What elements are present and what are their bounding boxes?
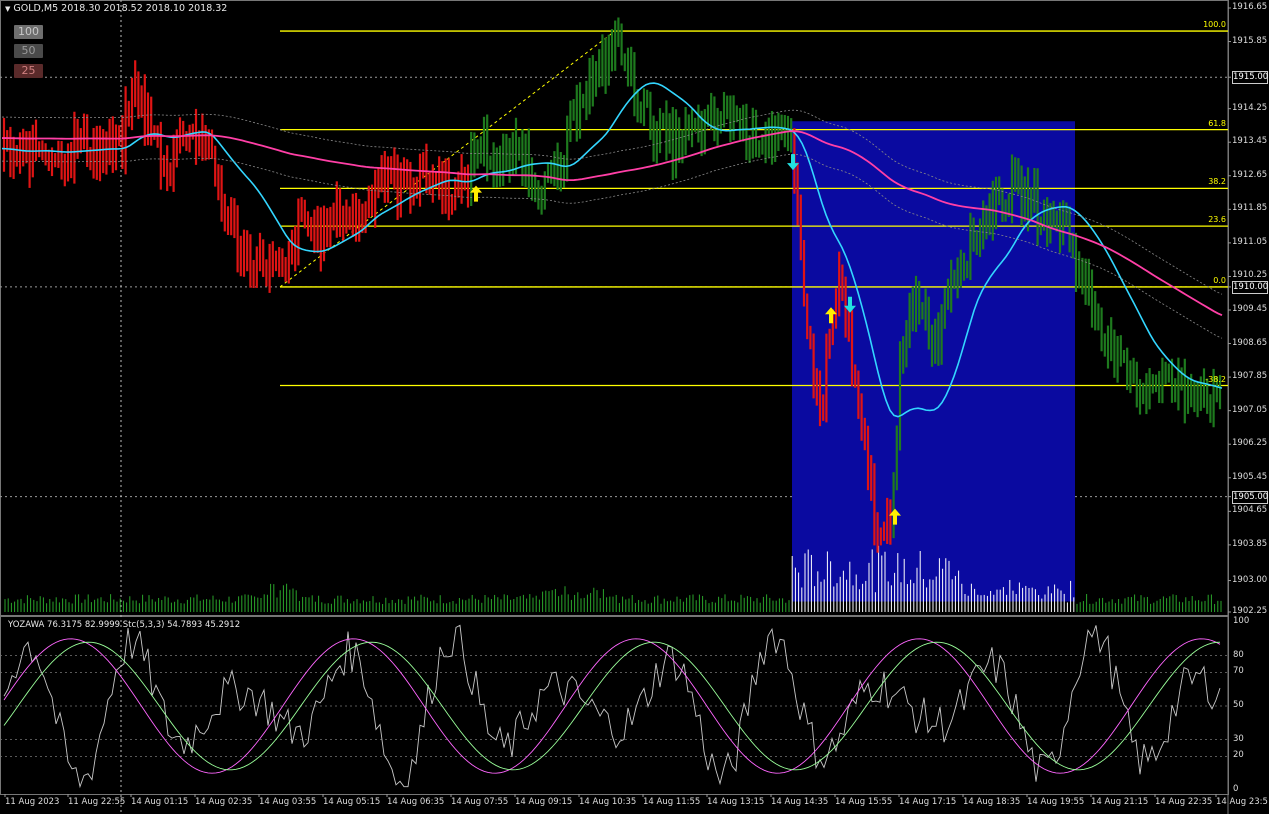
time-tick-label: 14 Aug 03:55	[259, 797, 317, 807]
fibo-level-label: -38.2	[1205, 374, 1226, 384]
fibo-level-label: 0.0	[1213, 275, 1226, 285]
chart-header: ▼ GOLD,M5 2018.30 2018.52 2018.10 2018.3…	[5, 3, 227, 14]
time-tick-label: 11 Aug 2023	[5, 797, 60, 807]
price-tick-label: 1914.25	[1232, 102, 1268, 113]
price-tick-label: 1910.25	[1232, 270, 1268, 281]
time-tick-label: 14 Aug 07:55	[451, 797, 509, 807]
triangle-down-icon[interactable]: ▼	[5, 5, 10, 13]
price-tick-label: 1903.85	[1232, 538, 1268, 549]
price-tick-label: 1911.05	[1232, 236, 1268, 247]
oscillator-frame	[0, 616, 1229, 795]
level-button-100[interactable]: 100	[14, 25, 43, 39]
time-tick-label: 14 Aug 01:15	[131, 797, 189, 807]
time-tick-label: 11 Aug 22:55	[68, 797, 126, 807]
price-chart[interactable]	[0, 0, 1269, 814]
price-tick-label: 1907.85	[1232, 371, 1268, 382]
osc-tick-label: 30	[1233, 733, 1244, 744]
price-tick-label: 1903.00	[1232, 574, 1268, 585]
price-tick-label: 1905.00	[1232, 490, 1269, 504]
fibo-level-label: 100.0	[1203, 20, 1226, 30]
price-tick-label: 1916.65	[1232, 2, 1268, 12]
price-tick-label: 1915.00	[1232, 71, 1269, 85]
time-tick-label: 14 Aug 19:55	[1027, 797, 1085, 807]
oscillator-header: YOZAWA 76.3175 82.9999 Stc(5,3,3) 54.789…	[8, 620, 241, 630]
level-button-25[interactable]: 25	[14, 64, 43, 78]
time-tick-label: 14 Aug 22:35	[1155, 797, 1213, 807]
time-tick-label: 14 Aug 17:15	[899, 797, 957, 807]
price-tick-label: 1908.65	[1232, 337, 1268, 348]
time-tick-label: 14 Aug 05:15	[323, 797, 381, 807]
time-tick-label: 14 Aug 11:55	[643, 797, 701, 807]
time-tick-label: 14 Aug 09:15	[515, 797, 573, 807]
time-tick-label: 14 Aug 15:55	[835, 797, 893, 807]
session-box	[792, 121, 1075, 602]
symbol-info: GOLD,M5 2018.30 2018.52 2018.10 2018.32	[13, 3, 228, 14]
time-tick-label: 14 Aug 14:35	[771, 797, 829, 807]
fibo-level-label: 61.8	[1208, 118, 1226, 128]
osc-tick-label: 70	[1233, 666, 1244, 677]
time-tick-label: 14 Aug 02:35	[195, 797, 253, 807]
price-tick-label: 1905.45	[1232, 471, 1268, 482]
time-tick-label: 14 Aug 06:35	[387, 797, 445, 807]
price-tick-label: 1915.85	[1232, 35, 1268, 46]
time-tick-label: 14 Aug 10:35	[579, 797, 637, 807]
price-tick-label: 1910.00	[1232, 280, 1269, 294]
osc-tick-label: 80	[1233, 649, 1244, 660]
price-tick-label: 1902.25	[1232, 606, 1268, 616]
chart-window[interactable]: ▼ GOLD,M5 2018.30 2018.52 2018.10 2018.3…	[0, 0, 1269, 814]
time-tick-label: 14 Aug 13:15	[707, 797, 765, 807]
time-tick-label: 14 Aug 21:15	[1091, 797, 1149, 807]
price-tick-label: 1904.65	[1232, 505, 1268, 516]
osc-tick-label: 20	[1233, 750, 1244, 761]
price-tick-label: 1907.05	[1232, 404, 1268, 415]
level-button-50[interactable]: 50	[14, 44, 43, 58]
time-tick-label: 14 Aug 23:5	[1216, 797, 1268, 807]
price-tick-label: 1909.45	[1232, 304, 1268, 314]
price-tick-label: 1912.65	[1232, 169, 1268, 180]
price-tick-label: 1906.25	[1232, 438, 1268, 449]
fibo-level-label: 23.6	[1208, 215, 1226, 225]
fibo-level-label: 38.2	[1208, 177, 1226, 187]
price-tick-label: 1911.85	[1232, 203, 1268, 214]
osc-tick-label: 0	[1233, 784, 1239, 794]
osc-tick-label: 100	[1233, 616, 1250, 626]
price-tick-label: 1913.45	[1232, 136, 1268, 147]
osc-tick-label: 50	[1233, 700, 1244, 710]
time-tick-label: 14 Aug 18:35	[963, 797, 1021, 807]
